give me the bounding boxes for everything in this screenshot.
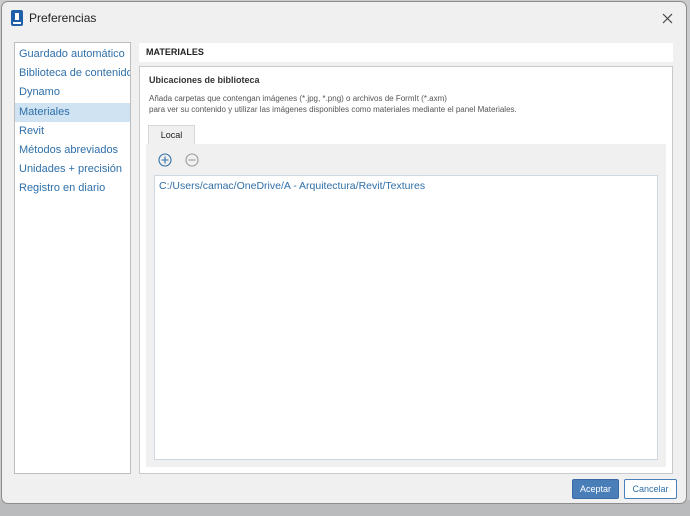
sidebar-item-dynamo[interactable]: Dynamo [15,83,130,102]
sidebar-item-registro-en-diario[interactable]: Registro en diario [15,179,130,198]
sidebar-item-guardado-automatico[interactable]: Guardado automático [15,45,130,64]
description-line-1: Añada carpetas que contengan imágenes (*… [149,94,447,103]
sidebar-item-biblioteca-de-contenido[interactable]: Biblioteca de contenido [15,64,130,83]
window-title: Preferencias [29,11,97,25]
cancel-button[interactable]: Cancelar [624,479,677,499]
materials-panel: Ubicaciones de biblioteca Añada carpetas… [139,66,673,474]
title-bar: Preferencias [2,2,686,34]
section-title: MATERIALES [139,43,673,62]
formit-app-icon [11,10,23,26]
library-description: Añada carpetas que contengan imágenes (*… [149,93,659,115]
preferences-sidebar: Guardado automático Biblioteca de conten… [14,42,131,474]
preferences-dialog: Preferencias Guardado automático Bibliot… [1,1,687,504]
library-locations-heading: Ubicaciones de biblioteca [149,75,260,85]
local-tab-content: C:/Users/camac/OneDrive/A - Arquitectura… [146,144,666,467]
list-item[interactable]: C:/Users/camac/OneDrive/A - Arquitectura… [159,180,425,192]
library-path-list[interactable]: C:/Users/camac/OneDrive/A - Arquitectura… [154,175,658,460]
sidebar-item-materiales[interactable]: Materiales [15,102,130,122]
remove-circle-icon[interactable] [185,153,199,167]
add-circle-icon[interactable] [158,153,172,167]
sidebar-item-unidades-precision[interactable]: Unidades + precisión [15,160,130,179]
accept-button[interactable]: Aceptar [572,479,619,499]
sidebar-item-metodos-abreviados[interactable]: Métodos abreviados [15,141,130,160]
description-line-2: para ver su contenido y utilizar las imá… [149,105,517,114]
sidebar-item-revit[interactable]: Revit [15,122,130,141]
tab-local[interactable]: Local [148,125,195,144]
close-icon[interactable] [654,6,680,30]
